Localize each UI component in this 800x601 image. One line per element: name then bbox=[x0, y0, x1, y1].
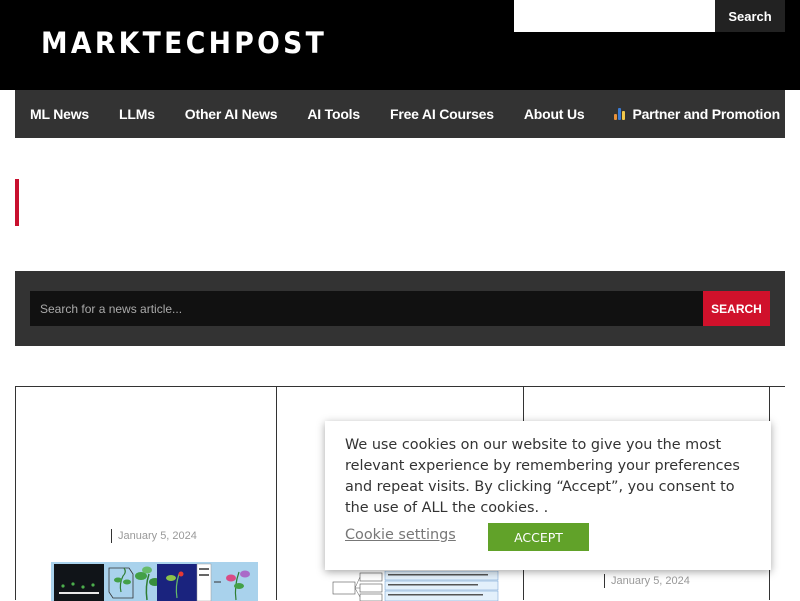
cookie-consent-banner: We use cookies on our website to give yo… bbox=[325, 421, 771, 570]
cookie-message: We use cookies on our website to give yo… bbox=[345, 437, 740, 516]
site-logo[interactable]: MARKTECHPOST bbox=[41, 26, 327, 60]
research-table-image bbox=[332, 571, 499, 601]
header-search-button[interactable]: Search bbox=[715, 0, 785, 32]
plant-phenotyping-image bbox=[54, 563, 250, 601]
news-search-panel: SEARCH bbox=[15, 271, 785, 346]
header-search-input[interactable] bbox=[514, 0, 715, 32]
nav-item-partner-label: Partner and Promotion bbox=[632, 106, 780, 122]
article-date: January 5, 2024 bbox=[604, 574, 690, 588]
main-nav: ML News LLMs Other AI News AI Tools Free… bbox=[15, 90, 785, 138]
bar-chart-icon bbox=[614, 108, 626, 120]
news-search-input[interactable] bbox=[30, 291, 703, 326]
nav-item-other-ai-news[interactable]: Other AI News bbox=[185, 106, 278, 122]
nav-item-free-ai-courses[interactable]: Free AI Courses bbox=[390, 106, 494, 122]
cookie-settings-link[interactable]: Cookie settings bbox=[345, 527, 456, 543]
nav-item-ml-news[interactable]: ML News bbox=[30, 106, 89, 122]
article-thumbnail[interactable] bbox=[332, 571, 499, 601]
nav-item-about-us[interactable]: About Us bbox=[524, 106, 585, 122]
article-card[interactable] bbox=[769, 386, 785, 600]
section-accent-bar bbox=[15, 179, 19, 226]
nav-item-ai-tools[interactable]: AI Tools bbox=[307, 106, 360, 122]
article-date: January 5, 2024 bbox=[111, 529, 197, 543]
cookie-accept-button[interactable]: ACCEPT bbox=[488, 523, 589, 551]
article-card[interactable]: January 5, 2024 bbox=[15, 386, 277, 601]
nav-item-llms[interactable]: LLMs bbox=[119, 106, 155, 122]
site-header: MARKTECHPOST Search bbox=[0, 0, 800, 90]
nav-item-partner-promotion[interactable]: Partner and Promotion bbox=[614, 106, 780, 122]
article-thumbnail[interactable] bbox=[51, 562, 258, 601]
news-search-button[interactable]: SEARCH bbox=[703, 291, 770, 326]
